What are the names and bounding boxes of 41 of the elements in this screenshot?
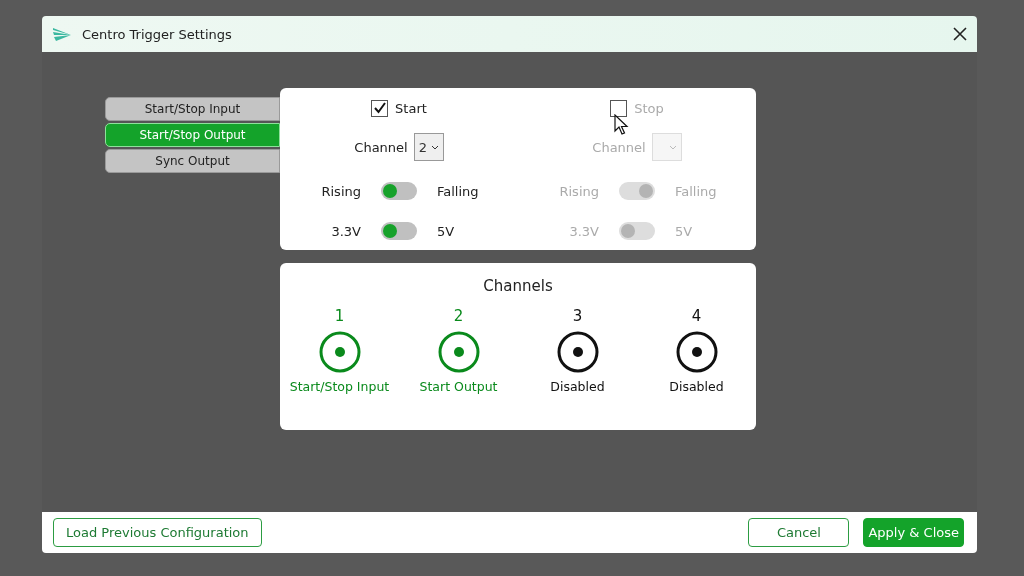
toggle-label: Falling	[437, 183, 480, 199]
toggle-label: 3.3V	[568, 223, 599, 239]
toggle-label: Rising	[320, 183, 361, 199]
connector-icon	[318, 331, 361, 373]
toggle-label: Rising	[558, 183, 599, 199]
window-title: Centro Trigger Settings	[82, 26, 232, 42]
side-tab[interactable]: Start/Stop Input	[105, 97, 280, 121]
connector-icon	[675, 331, 718, 373]
toggle-label: 3.3V	[330, 223, 361, 239]
toggle-switch[interactable]	[381, 182, 417, 200]
channel-number: 2	[453, 307, 464, 325]
caret-icon	[668, 144, 677, 150]
caret-icon	[430, 144, 439, 150]
channel-number: 4	[691, 307, 702, 325]
mouse-cursor-icon	[614, 114, 631, 136]
channel-label: Channel	[354, 139, 408, 155]
close-icon[interactable]	[953, 27, 967, 41]
channel-label: Channel	[592, 139, 646, 155]
channel-number: 3	[572, 307, 583, 325]
side-tab[interactable]: Sync Output	[105, 149, 280, 173]
checkbox[interactable]	[371, 99, 389, 117]
connector-icon	[556, 331, 599, 373]
apply-close-button[interactable]: Apply & Close	[863, 518, 964, 547]
checkbox-label: Start	[395, 100, 427, 116]
channel-status: Disabled	[669, 379, 724, 394]
channel-status: Start Output	[419, 379, 498, 394]
logo-icon	[52, 26, 72, 42]
connector-icon	[437, 331, 480, 373]
load-configuration-button[interactable]: Load Previous Configuration	[53, 518, 262, 547]
toggle-label: 5V	[437, 223, 456, 239]
channel-status: Disabled	[550, 379, 605, 394]
toggle-switch[interactable]	[381, 222, 417, 240]
checkbox-label: Stop	[634, 100, 664, 116]
channel-dropdown[interactable]: 2	[413, 133, 444, 161]
channel-status: Start/Stop Input	[289, 379, 390, 394]
toggle-label: Falling	[675, 183, 718, 199]
panel-title: Channels	[483, 277, 553, 295]
channel-number: 1	[334, 307, 345, 325]
side-tab[interactable]: Start/Stop Output	[105, 123, 280, 147]
toggle-label: 5V	[675, 223, 694, 239]
cancel-button[interactable]: Cancel	[748, 518, 850, 547]
